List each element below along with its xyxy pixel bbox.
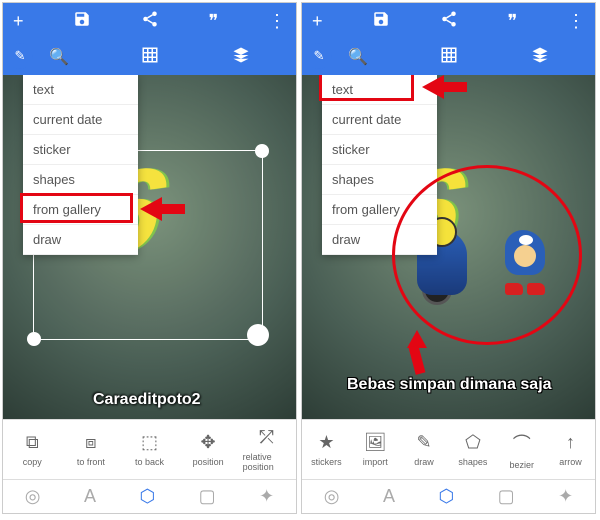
tool-arrow[interactable]: ↑ arrow	[547, 432, 595, 467]
quote-icon[interactable]: ❞	[209, 11, 219, 32]
edit-mode-icon[interactable]: ✎	[7, 43, 33, 69]
stickers-icon: ★	[318, 432, 334, 453]
tool-label: bezier	[509, 460, 534, 470]
dropdown-item-shapes[interactable]: shapes	[23, 165, 138, 195]
tab-bar: ◎ A ⬡ ▢ ✦	[302, 479, 595, 513]
tool-label: to front	[77, 457, 105, 467]
tool-draw[interactable]: ✎ draw	[400, 432, 448, 467]
tab-filters-icon[interactable]: ◎	[25, 486, 41, 507]
tool-shapes[interactable]: ⬠ shapes	[449, 432, 497, 467]
dropdown-item-text[interactable]: text	[322, 75, 437, 105]
top-toolbar: + ❞ ⋮	[302, 3, 595, 39]
resize-handle-br[interactable]	[247, 324, 269, 346]
tool-to-back[interactable]: ⬚ to back	[125, 432, 173, 467]
annotation-arrow-up	[407, 330, 427, 348]
grid-icon[interactable]	[141, 46, 159, 69]
save-icon[interactable]	[372, 10, 390, 33]
tab-effects-icon[interactable]: ✦	[259, 486, 274, 507]
annotation-arrow-left	[140, 197, 162, 221]
resize-handle-bl[interactable]	[27, 332, 41, 346]
dropdown-item-sticker[interactable]: sticker	[322, 135, 437, 165]
canvas[interactable]: 46 Caraeditpoto2 text current date stick…	[3, 75, 296, 419]
grid-icon[interactable]	[440, 46, 458, 69]
shapes-icon: ⬠	[465, 432, 481, 453]
zoom-icon[interactable]: 🔍	[348, 47, 368, 67]
quote-icon[interactable]: ❞	[508, 11, 518, 32]
tool-bezier[interactable]: ⌒ bezier	[498, 430, 546, 470]
bottom-tool-bar: ⧉ copy ⧈ to front ⬚ to back ✥ position ⤱ rela…	[3, 419, 296, 479]
tab-effects-icon[interactable]: ✦	[558, 486, 573, 507]
phone-screenshot-right: + ❞ ⋮ 🔍 ✎ 46 Bebas simpan dimana saja	[301, 2, 596, 514]
tool-relative-position[interactable]: ⤱ relative position	[243, 427, 291, 472]
to-back-icon: ⬚	[141, 432, 158, 453]
tab-text-icon[interactable]: A	[383, 486, 395, 507]
tab-shapes-icon[interactable]: ⬡	[139, 486, 155, 507]
canvas[interactable]: 46 Bebas simpan dimana saja text current…	[302, 75, 595, 419]
phone-screenshot-left: + ❞ ⋮ 🔍 ✎ 46 Caraeditpoto2 text current …	[2, 2, 297, 514]
position-icon: ✥	[201, 432, 216, 453]
dropdown-item-sticker[interactable]: sticker	[23, 135, 138, 165]
dropdown-item-current-date[interactable]: current date	[23, 105, 138, 135]
bottom-tool-bar: ★stickers 🖼import ✎draw ⬠shapes ⌒bezier …	[302, 419, 595, 479]
tutorial-comparison: + ❞ ⋮ 🔍 ✎ 46 Caraeditpoto2 text current …	[0, 0, 600, 520]
sticker-sonic[interactable]	[497, 225, 552, 295]
dropdown-item-draw[interactable]: draw	[23, 225, 138, 255]
draw-icon: ✎	[417, 432, 432, 453]
dropdown-item-current-date[interactable]: current date	[322, 105, 437, 135]
resize-handle-tr[interactable]	[255, 144, 269, 158]
annotation-arrow-left	[422, 75, 444, 99]
tab-text-icon[interactable]: A	[84, 486, 96, 507]
add-dropdown: text current date sticker shapes from ga…	[322, 75, 437, 255]
arrow-icon: ↑	[566, 432, 575, 453]
tab-bar: ◎ A ⬡ ▢ ✦	[3, 479, 296, 513]
tool-label: to back	[135, 457, 164, 467]
tool-label: relative position	[243, 452, 291, 472]
copy-icon: ⧉	[26, 432, 39, 453]
dropdown-item-from-gallery[interactable]: from gallery	[322, 195, 437, 225]
share-icon[interactable]	[440, 10, 458, 33]
top-toolbar: + ❞ ⋮	[3, 3, 296, 39]
tab-filters-icon[interactable]: ◎	[324, 486, 340, 507]
relative-position-icon: ⤱	[259, 427, 273, 448]
menu-icon[interactable]: ⋮	[268, 11, 286, 32]
tab-layers-icon[interactable]: ▢	[498, 486, 515, 507]
tool-label: shapes	[458, 457, 487, 467]
tool-stickers[interactable]: ★ stickers	[302, 432, 350, 467]
tool-copy[interactable]: ⧉ copy	[8, 432, 56, 467]
sub-toolbar: 🔍	[302, 39, 595, 75]
to-front-icon: ⧈	[85, 432, 96, 453]
caption-text: Bebas simpan dimana saja	[347, 376, 552, 394]
edit-mode-icon[interactable]: ✎	[306, 43, 332, 69]
new-icon[interactable]: +	[312, 11, 323, 32]
tab-layers-icon[interactable]: ▢	[199, 486, 216, 507]
import-icon: 🖼	[364, 432, 387, 453]
add-dropdown: text current date sticker shapes from ga…	[23, 75, 138, 255]
tool-position[interactable]: ✥ position	[184, 432, 232, 467]
sub-toolbar: 🔍	[3, 39, 296, 75]
tab-shapes-icon[interactable]: ⬡	[438, 486, 454, 507]
tool-import[interactable]: 🖼 import	[351, 432, 399, 467]
share-icon[interactable]	[141, 10, 159, 33]
dropdown-item-draw[interactable]: draw	[322, 225, 437, 255]
dropdown-item-from-gallery[interactable]: from gallery	[23, 195, 138, 225]
tool-label: copy	[23, 457, 42, 467]
menu-icon[interactable]: ⋮	[567, 11, 585, 32]
watermark: Caraeditpoto2	[93, 391, 201, 409]
layers-icon[interactable]	[531, 46, 549, 69]
dropdown-item-shapes[interactable]: shapes	[322, 165, 437, 195]
bezier-icon: ⌒	[513, 430, 531, 456]
tool-to-front[interactable]: ⧈ to front	[67, 432, 115, 467]
tool-label: draw	[414, 457, 434, 467]
save-icon[interactable]	[73, 10, 91, 33]
tool-label: arrow	[559, 457, 582, 467]
tool-label: import	[363, 457, 388, 467]
layers-icon[interactable]	[232, 46, 250, 69]
dropdown-item-text[interactable]: text	[23, 75, 138, 105]
zoom-icon[interactable]: 🔍	[49, 47, 69, 67]
tool-label: stickers	[311, 457, 342, 467]
new-icon[interactable]: +	[13, 11, 24, 32]
tool-label: position	[193, 457, 224, 467]
